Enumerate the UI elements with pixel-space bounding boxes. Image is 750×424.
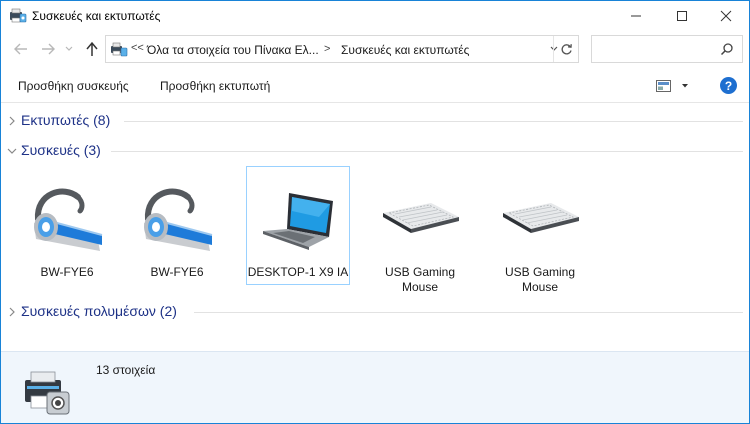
keyboard-icon	[383, 203, 459, 233]
group-devices[interactable]: Συσκευές (3)	[1, 141, 749, 161]
breadcrumb-separator[interactable]: >	[324, 43, 330, 55]
arrow-left-icon	[14, 43, 27, 55]
help-button[interactable]: ?	[720, 77, 737, 94]
device-label: USB Gaming Mouse	[384, 265, 456, 294]
device-item-selected[interactable]: DESKTOP-1 X9 IA	[246, 166, 350, 285]
recent-locations-button[interactable]	[63, 41, 75, 57]
change-view-button[interactable]	[656, 78, 692, 94]
keyboard-icon	[503, 203, 579, 233]
search-box[interactable]	[591, 35, 743, 63]
group-divider	[111, 151, 743, 152]
group-title: Συσκευές πολυμέσων (2)	[21, 303, 177, 319]
chevron-right-icon	[9, 307, 15, 317]
chevron-right-icon	[9, 116, 15, 126]
group-title: Εκτυπωτές (8)	[21, 112, 111, 128]
maximize-icon	[677, 11, 687, 21]
details-pane: 13 στοιχεία	[1, 351, 749, 423]
breadcrumb-devices-printers[interactable]: Συσκευές και εκτυπωτές	[341, 43, 469, 57]
device-label: BW-FYE6	[150, 265, 204, 279]
group-printers[interactable]: Εκτυπωτές (8)	[1, 111, 749, 131]
minimize-button[interactable]	[613, 1, 659, 31]
headset-icon	[144, 188, 213, 251]
device-item[interactable]: USB Gaming Mouse	[488, 166, 592, 294]
refresh-button[interactable]	[553, 36, 579, 62]
arrow-up-icon	[86, 41, 98, 56]
window-title: Συσκευές και εκτυπωτές	[32, 9, 161, 23]
device-item[interactable]: BW-FYE6	[15, 166, 119, 285]
add-device-button[interactable]: Προσθήκη συσκευής	[18, 79, 129, 93]
title-bar[interactable]: Συσκευές και εκτυπωτές	[1, 1, 749, 31]
item-count: 13 στοιχεία	[96, 363, 156, 377]
refresh-icon	[561, 43, 572, 54]
device-label: BW-FYE6	[40, 265, 94, 279]
group-divider	[194, 312, 743, 313]
breadcrumb-control-panel[interactable]: Όλα τα στοιχεία του Πίνακα Ελ...	[147, 43, 319, 57]
up-button[interactable]	[83, 41, 101, 57]
address-bar[interactable]: << Όλα τα στοιχεία του Πίνακα Ελ... > Συ…	[105, 35, 579, 63]
laptop-icon	[263, 193, 333, 250]
maximize-button[interactable]	[659, 1, 705, 31]
control-panel-icon	[111, 42, 128, 57]
device-item[interactable]: BW-FYE6	[125, 166, 229, 285]
device-item[interactable]: USB Gaming Mouse	[368, 166, 472, 294]
add-printer-button[interactable]: Προσθήκη εκτυπωτή	[160, 79, 270, 93]
forward-button[interactable]	[39, 41, 57, 57]
chevron-down-icon	[65, 46, 73, 51]
chevron-down-icon	[7, 148, 17, 154]
address-overflow[interactable]: <<	[131, 42, 144, 54]
back-button[interactable]	[12, 41, 30, 57]
search-icon[interactable]	[720, 42, 734, 56]
close-button[interactable]	[703, 1, 749, 31]
group-multimedia-devices[interactable]: Συσκευές πολυμέσων (2)	[1, 302, 749, 322]
group-title: Συσκευές (3)	[21, 142, 101, 158]
device-label: DESKTOP-1 X9 IA	[247, 265, 349, 279]
close-icon	[720, 10, 732, 22]
command-bar: Προσθήκη συσκευής Προσθήκη εκτυπωτή ?	[1, 67, 749, 103]
navigation-bar: << Όλα τα στοιχεία του Πίνακα Ελ... > Συ…	[1, 31, 749, 67]
group-divider	[124, 121, 743, 122]
devices-printers-app-icon	[10, 8, 27, 23]
view-options-icon	[656, 79, 671, 92]
chevron-down-icon	[682, 84, 688, 88]
search-input[interactable]	[596, 39, 716, 59]
minimize-icon	[631, 15, 641, 17]
headset-icon	[34, 188, 103, 251]
arrow-right-icon	[42, 43, 55, 55]
device-label: USB Gaming Mouse	[504, 265, 576, 294]
devices-printers-icon	[25, 371, 70, 415]
explorer-window: Συσκευές και εκτυπωτές << Όλα τα στοιχεί…	[0, 0, 750, 424]
